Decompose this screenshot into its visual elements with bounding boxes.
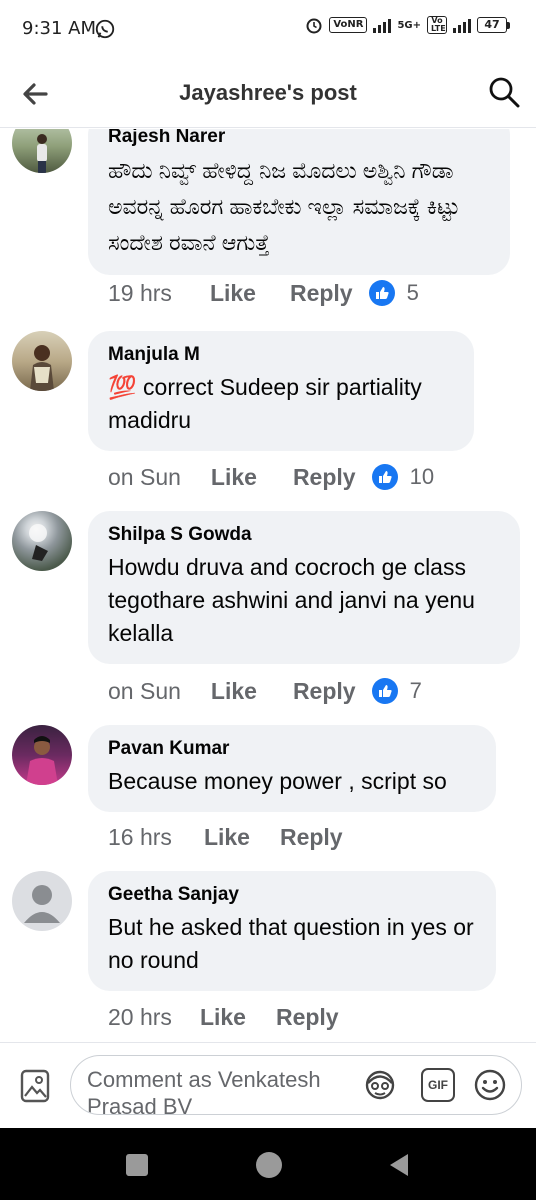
reaction-count[interactable]: 5: [368, 280, 419, 306]
comment-time: on Sun: [108, 463, 181, 490]
page-title: Jayashree's post: [179, 80, 357, 105]
vonr-badge: VoNR: [329, 17, 368, 33]
like-button[interactable]: Like: [204, 824, 250, 851]
like-reaction-icon: [371, 464, 398, 490]
home-icon[interactable]: [256, 1152, 282, 1178]
comment-composer: Comment as Venkatesh Prasad BV GIF: [0, 1042, 536, 1128]
like-button[interactable]: Like: [200, 1004, 246, 1031]
comment-meta: on Sun Like Reply 7: [108, 675, 422, 707]
gif-button[interactable]: GIF: [421, 1068, 455, 1102]
comment-input-placeholder: Comment as Venkatesh Prasad BV: [87, 1067, 321, 1115]
gif-label: GIF: [428, 1078, 448, 1092]
reaction-count-value: 5: [406, 280, 419, 305]
back-triangle-icon[interactable]: [386, 1152, 412, 1178]
like-reaction-icon: [368, 280, 395, 306]
comment-text: Howdu druva and cocroch ge class tegotha…: [108, 554, 475, 646]
comment-meta: on Sun Like Reply 10: [108, 461, 434, 493]
like-button[interactable]: Like: [211, 678, 257, 705]
battery-level: 47: [477, 17, 507, 33]
comment-bubble[interactable]: Shilpa S Gowda Howdu druva and cocroch g…: [88, 511, 520, 664]
avatar-sticker-icon[interactable]: [363, 1068, 397, 1102]
status-bar: 9:31 AM VoNR 5G+ Vo LTE 47: [0, 0, 536, 60]
reply-button[interactable]: Reply: [293, 464, 356, 491]
comment-meta: 20 hrs Like Reply: [108, 1001, 339, 1033]
comment-text: But he asked that question in yes or no …: [108, 914, 474, 973]
system-nav-bar: [0, 1128, 536, 1200]
avatar[interactable]: [12, 331, 72, 391]
comment-text: 💯 correct Sudeep sir partiality madidru: [108, 371, 458, 437]
comment-text-body: correct Sudeep sir partiality madidru: [108, 374, 422, 433]
comment-time: on Sun: [108, 677, 181, 704]
avatar[interactable]: [12, 129, 72, 173]
reaction-count[interactable]: 10: [371, 464, 435, 490]
reply-button[interactable]: Reply: [293, 678, 356, 705]
whatsapp-icon: [95, 19, 115, 39]
hundred-points-emoji: 💯: [108, 374, 137, 400]
comment-bubble[interactable]: Manjula M 💯 correct Sudeep sir partialit…: [88, 331, 474, 451]
recents-icon[interactable]: [126, 1154, 148, 1176]
status-icons: VoNR 5G+ Vo LTE 47: [305, 16, 510, 34]
signal-icon: [373, 17, 392, 33]
volte-badge: Vo LTE: [427, 16, 447, 34]
avatar[interactable]: [12, 871, 72, 931]
status-time: 9:31 AM: [22, 18, 96, 39]
comment-time: 16 hrs: [108, 823, 172, 850]
header: Jayashree's post: [0, 60, 536, 128]
comment-time: 19 hrs: [108, 279, 172, 306]
network-label: 5G+: [397, 19, 421, 31]
alarm-icon: [306, 18, 322, 34]
like-button[interactable]: Like: [210, 280, 256, 307]
battery-icon: 47: [477, 17, 510, 33]
comment-author[interactable]: Geetha Sanjay: [108, 883, 480, 907]
reaction-count-value: 10: [409, 464, 435, 489]
comment-input[interactable]: Comment as Venkatesh Prasad BV GIF: [70, 1055, 522, 1115]
comment-text: ಹೌದು ನಿವ್ವ್ ಹೇಳಿದ್ದ ನಿಜ ಮೊದಲು ಅಶ್ವಿನಿ ಗೌ…: [108, 158, 460, 255]
reaction-count[interactable]: 7: [371, 678, 422, 704]
signal-icon-2: [453, 17, 471, 33]
reaction-count-value: 7: [409, 678, 422, 703]
comment-bubble[interactable]: Rajesh Narer ಹೌದು ನಿವ್ವ್ ಹೇಳಿದ್ದ ನಿಜ ಮೊದ…: [88, 129, 510, 275]
comment-author[interactable]: Rajesh Narer: [108, 129, 494, 149]
comment-meta: 19 hrs Like Reply 5: [108, 277, 419, 309]
avatar[interactable]: [12, 511, 72, 571]
reply-button[interactable]: Reply: [280, 824, 343, 851]
comment-time: 20 hrs: [108, 1003, 172, 1030]
photo-icon[interactable]: [20, 1069, 50, 1103]
reply-button[interactable]: Reply: [290, 280, 353, 307]
comment-author[interactable]: Pavan Kumar: [108, 737, 480, 761]
comment-author[interactable]: Manjula M: [108, 343, 458, 367]
comment-text: Because money power , script so: [108, 768, 447, 794]
comment-author[interactable]: Shilpa S Gowda: [108, 523, 504, 547]
comment-meta: 16 hrs Like Reply: [108, 821, 343, 853]
like-button[interactable]: Like: [211, 464, 257, 491]
search-icon[interactable]: [486, 74, 522, 110]
like-reaction-icon: [371, 678, 398, 704]
reply-button[interactable]: Reply: [276, 1004, 339, 1031]
avatar[interactable]: [12, 725, 72, 785]
comment-bubble[interactable]: Pavan Kumar Because money power , script…: [88, 725, 496, 812]
emoji-icon[interactable]: [473, 1068, 507, 1102]
comments-feed[interactable]: Rajesh Narer ಹೌದು ನಿವ್ವ್ ಹೇಳಿದ್ದ ನಿಜ ಮೊದ…: [0, 129, 536, 1041]
comment-bubble[interactable]: Geetha Sanjay But he asked that question…: [88, 871, 496, 991]
